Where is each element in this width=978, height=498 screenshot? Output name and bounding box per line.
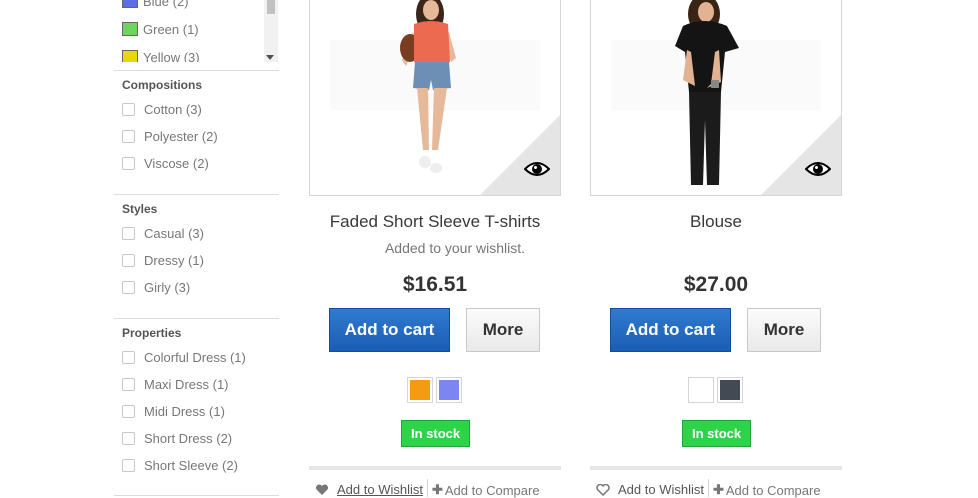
filter-option-label: Polyester (2) (144, 128, 218, 144)
add-to-cart-button[interactable]: Add to cart (329, 308, 450, 352)
compare-label: Add to Compare (725, 482, 821, 498)
color-filter-label: Yellow (3) (143, 49, 200, 63)
plus-icon: ✚ (712, 482, 724, 497)
filter-option-dressy[interactable]: Dressy (1) (122, 251, 204, 269)
product-card: Blouse $27.00 Add to cart More In stock … (590, 0, 842, 498)
filter-option-cotton[interactable]: Cotton (3) (122, 100, 202, 118)
filter-option-label: Girly (3) (144, 279, 191, 295)
filter-option-short-sleeve[interactable]: Short Sleeve (2) (122, 456, 238, 474)
heart-icon (315, 483, 329, 495)
quick-view-corner[interactable] (480, 115, 560, 195)
color-swatch-yellow[interactable] (122, 50, 138, 62)
swatch-fill (691, 380, 711, 400)
wishlist-added-notice: Added to your wishlist. (384, 240, 526, 256)
color-filter-label: Blue (2) (143, 0, 189, 9)
checkbox[interactable] (122, 377, 135, 391)
eye-icon[interactable] (805, 160, 831, 178)
stock-badge: In stock (401, 420, 471, 447)
swatch-fill (410, 380, 430, 400)
filter-option-label: Short Sleeve (2) (144, 457, 238, 473)
divider (114, 194, 279, 195)
product-image-link[interactable] (590, 0, 842, 196)
filter-option-casual[interactable]: Casual (3) (122, 224, 204, 242)
product-card: Faded Short Sleeve T-shirts Added to you… (309, 0, 561, 498)
compare-label: Add to Compare (444, 482, 540, 498)
add-to-wishlist-link[interactable]: Add to Wishlist (596, 482, 704, 497)
wishlist-label: Add to Wishlist (618, 482, 704, 497)
quick-view-corner[interactable] (761, 115, 841, 195)
color-swatch-blue[interactable] (436, 377, 462, 403)
color-swatch-green[interactable] (122, 22, 138, 36)
color-filter-list: Blue (2) Green (1) Yellow (3) (114, 0, 279, 62)
filter-option-short-dress[interactable]: Short Dress (2) (122, 429, 232, 447)
checkbox[interactable] (122, 458, 135, 472)
color-filter-blue[interactable]: Blue (2) (122, 0, 189, 11)
checkbox[interactable] (122, 253, 135, 267)
scrollbar-thumb[interactable] (267, 0, 275, 14)
filter-option-polyester[interactable]: Polyester (2) (122, 127, 218, 145)
color-swatch-orange[interactable] (407, 377, 433, 403)
stock-badge: In stock (682, 420, 752, 447)
filter-option-girly[interactable]: Girly (3) (122, 278, 190, 296)
filter-option-label: Short Dress (2) (144, 430, 233, 446)
swatch-fill (720, 380, 740, 400)
color-swatch-blue[interactable] (122, 0, 138, 8)
color-list-scrollbar[interactable] (264, 0, 278, 62)
filter-option-colorful-dress[interactable]: Colorful Dress (1) (122, 348, 246, 366)
checkbox[interactable] (122, 156, 135, 170)
product-functional-buttons: Add to Wishlist ✚ Add to Compare (309, 466, 561, 498)
filter-option-label: Dressy (1) (144, 252, 204, 268)
swatch-fill (439, 380, 459, 400)
filter-group-title-styles: Styles (122, 202, 158, 216)
checkbox[interactable] (122, 102, 135, 116)
product-image-link[interactable] (309, 0, 561, 196)
filter-group-title-compositions: Compositions (122, 78, 202, 92)
add-to-wishlist-link[interactable]: Add to Wishlist (315, 482, 423, 497)
eye-icon[interactable] (524, 160, 550, 178)
more-button[interactable]: More (466, 308, 540, 352)
color-filter-yellow[interactable]: Yellow (3) (122, 47, 200, 62)
separator (707, 479, 709, 497)
scroll-down-arrow-icon[interactable] (266, 55, 274, 60)
product-name-link[interactable]: Faded Short Sleeve T-shirts (309, 212, 561, 232)
checkbox[interactable] (122, 350, 135, 364)
filter-option-label: Cotton (3) (144, 101, 202, 117)
plus-icon: ✚ (431, 482, 443, 497)
filter-option-label: Viscose (2) (144, 155, 209, 171)
checkbox[interactable] (122, 226, 135, 240)
product-functional-buttons: Add to Wishlist ✚ Add to Compare (590, 466, 842, 498)
wishlist-label: Add to Wishlist (337, 482, 423, 497)
filter-option-label: Colorful Dress (1) (144, 349, 246, 365)
checkbox[interactable] (122, 280, 135, 294)
filter-option-viscose[interactable]: Viscose (2) (122, 154, 209, 172)
color-filter-green[interactable]: Green (1) (122, 19, 199, 39)
product-price: $27.00 (683, 273, 749, 296)
filter-group-title-properties: Properties (122, 326, 182, 340)
filter-option-midi-dress[interactable]: Midi Dress (1) (122, 402, 225, 420)
checkbox[interactable] (122, 404, 135, 418)
add-to-cart-button[interactable]: Add to cart (610, 308, 731, 352)
checkbox[interactable] (122, 129, 135, 143)
color-swatch-white[interactable] (688, 377, 714, 403)
filter-option-label: Midi Dress (1) (144, 403, 225, 419)
checkbox[interactable] (122, 431, 135, 445)
divider (114, 70, 279, 71)
more-button[interactable]: More (747, 308, 821, 352)
product-price: $16.51 (402, 273, 468, 296)
color-filter-label: Green (1) (143, 21, 199, 37)
add-to-compare-link[interactable]: ✚ Add to Compare (713, 482, 821, 498)
filter-option-label: Maxi Dress (1) (144, 376, 229, 392)
heart-outline-icon (596, 483, 610, 496)
divider (114, 318, 279, 319)
divider (114, 495, 279, 496)
product-name-link[interactable]: Blouse (590, 212, 842, 232)
add-to-compare-link[interactable]: ✚ Add to Compare (432, 482, 540, 498)
filter-option-label: Casual (3) (144, 225, 204, 241)
separator (426, 479, 428, 497)
filter-option-maxi-dress[interactable]: Maxi Dress (1) (122, 375, 229, 393)
color-swatch-dark-grey[interactable] (717, 377, 743, 403)
